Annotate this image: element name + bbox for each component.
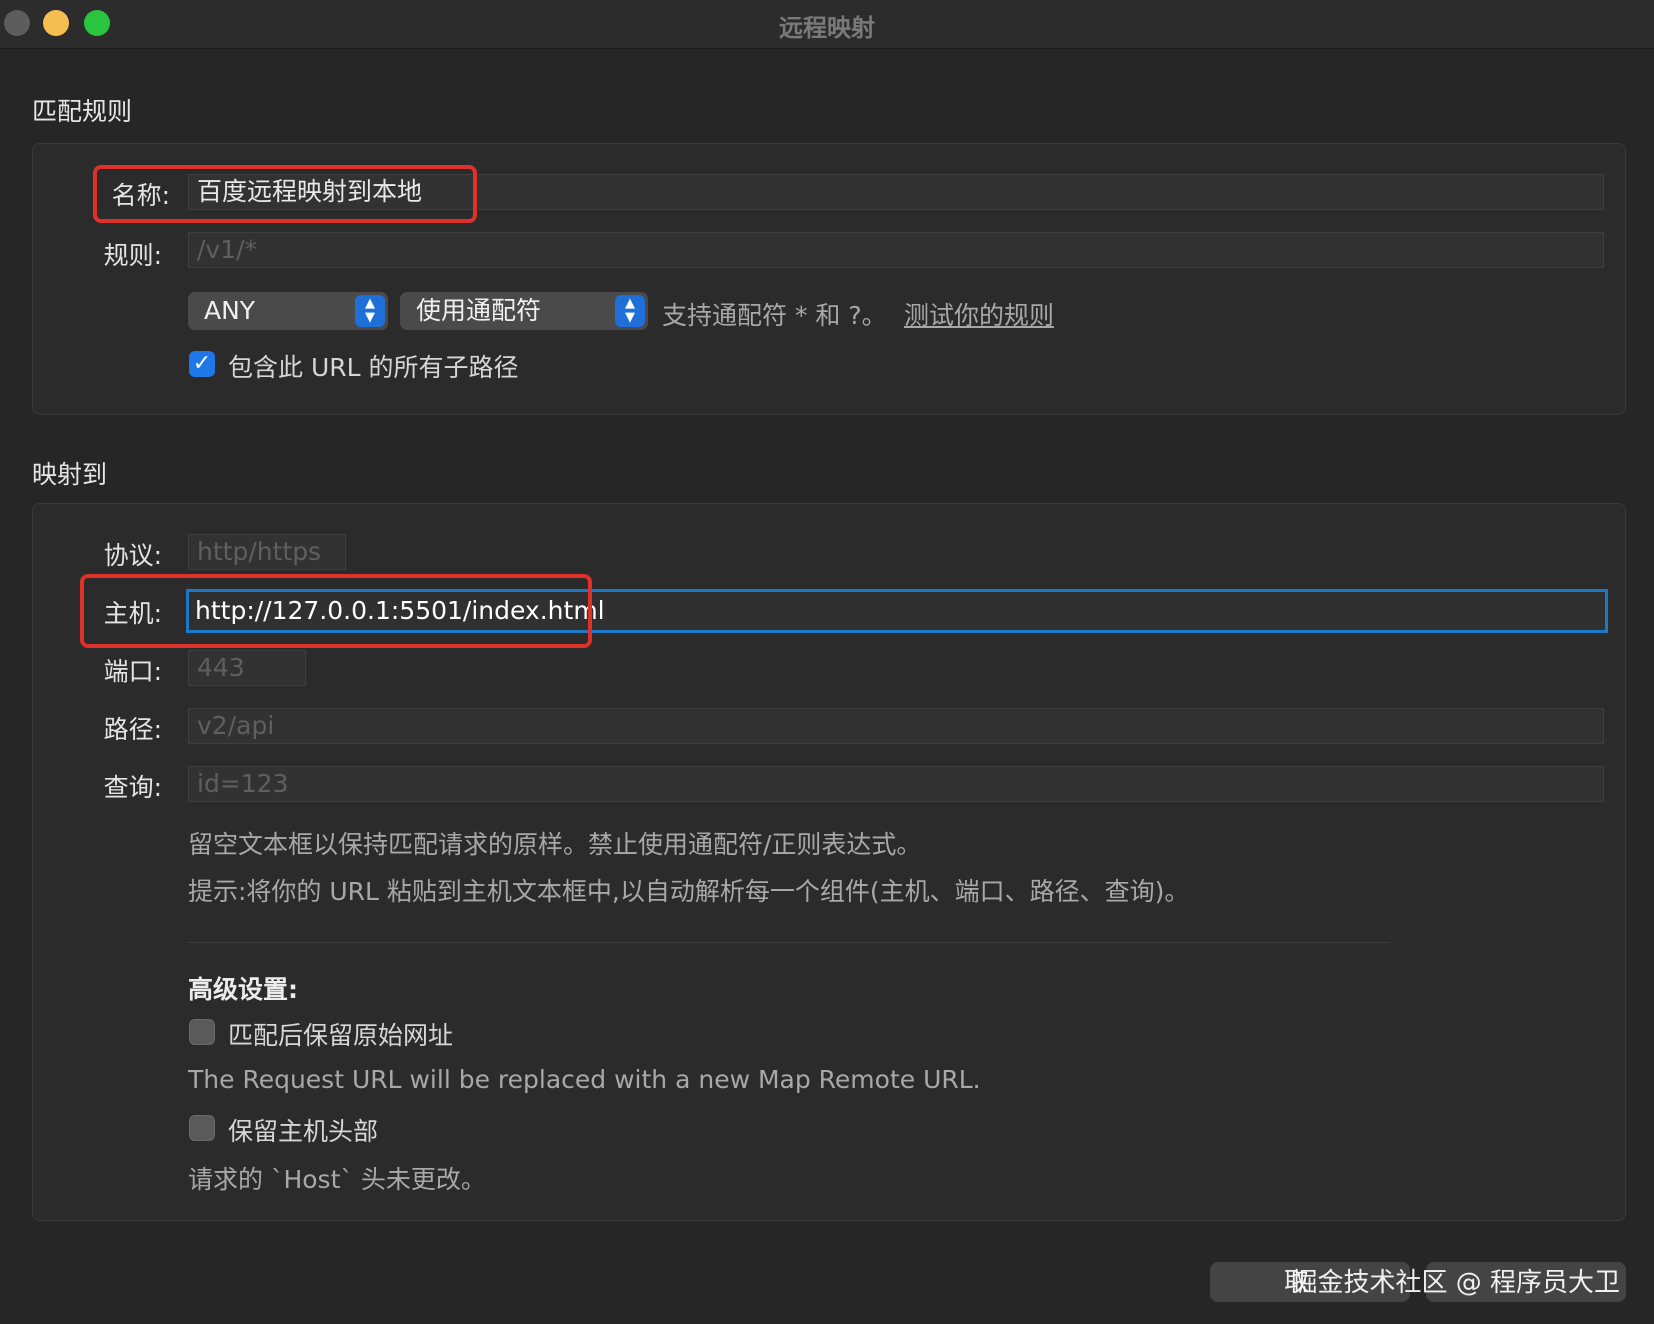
protocol-input[interactable]: http/https (188, 534, 346, 570)
checkmark-icon: ✓ (192, 351, 212, 376)
window-title: 远程映射 (779, 14, 875, 42)
chevron-updown-icon: ▲ ▼ (355, 295, 385, 327)
paste-url-tip: 提示:将你的 URL 粘贴到主机文本框中,以自动解析每一个组件(主机、端口、路径… (188, 877, 1190, 906)
chevron-updown-icon: ▲ ▼ (615, 295, 645, 327)
query-input[interactable]: id=123 (188, 766, 1604, 802)
port-label: 端口: (103, 657, 162, 686)
path-label: 路径: (103, 715, 162, 744)
include-subpaths-label: 包含此 URL 的所有子路径 (228, 353, 519, 382)
method-select-value: ANY (204, 296, 256, 325)
preserve-url-checkbox[interactable] (189, 1019, 215, 1045)
match-rule-section-title: 匹配规则 (32, 97, 133, 126)
rule-input[interactable]: /v1/* (188, 232, 1604, 268)
preserve-host-label: 保留主机头部 (228, 1117, 379, 1146)
preserve-url-label: 匹配后保留原始网址 (228, 1021, 454, 1050)
map-to-section-title: 映射到 (32, 460, 108, 489)
test-rule-link[interactable]: 测试你的规则 (904, 296, 1054, 332)
preserve-url-description: The Request URL will be replaced with a … (188, 1065, 981, 1094)
wildcard-hint: 支持通配符 * 和 ?。 (662, 301, 887, 330)
match-type-select-value: 使用通配符 (416, 296, 542, 325)
watermark-text: 掘金技术社区 @ 程序员大卫 (1291, 1268, 1620, 1298)
rule-label: 规则: (103, 241, 162, 270)
leave-blank-note: 留空文本框以保持匹配请求的原样。禁止使用通配符/正则表达式。 (188, 830, 922, 859)
match-type-select[interactable]: 使用通配符 ▲ ▼ (400, 292, 648, 330)
method-select[interactable]: ANY ▲ ▼ (188, 292, 388, 330)
advanced-settings-title: 高级设置: (188, 975, 298, 1004)
path-input[interactable]: v2/api (188, 708, 1604, 744)
title-bar: 远程映射 (0, 0, 1654, 49)
protocol-label: 协议: (103, 541, 162, 570)
query-label: 查询: (103, 773, 162, 802)
preserve-host-description: 请求的 `Host` 头未更改。 (188, 1165, 486, 1194)
include-subpaths-checkbox[interactable]: ✓ (189, 351, 215, 377)
advanced-divider (188, 942, 1390, 943)
name-highlight-box (93, 165, 477, 223)
preserve-host-checkbox[interactable] (189, 1115, 215, 1141)
port-input[interactable]: 443 (188, 650, 306, 686)
host-highlight-box (80, 574, 592, 648)
